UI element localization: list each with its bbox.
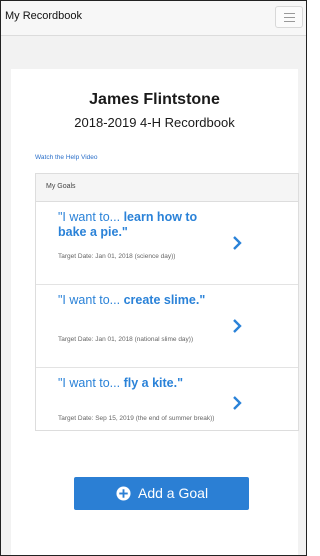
- goal-target-date: Target Date: Sep 15, 2019 (the end of su…: [58, 415, 215, 422]
- goal-lead: "I want to...: [58, 376, 124, 390]
- goal-target-date: Target Date: Jan 01, 2018 (science day)): [58, 253, 176, 260]
- hamburger-icon: [284, 13, 295, 14]
- goal-title: create slime.": [123, 293, 206, 307]
- goal-lead: "I want to...: [58, 293, 124, 307]
- goal-item[interactable]: "I want to... create slime." Target Date…: [36, 285, 298, 368]
- chevron-right-icon: [233, 396, 242, 410]
- user-name-heading: James Flintstone: [89, 91, 220, 108]
- help-video-link[interactable]: Watch the Help Video: [35, 154, 98, 161]
- goal-title: fly a kite.": [123, 376, 184, 390]
- goal-statement: "I want to... learn how to bake a pie.": [58, 210, 228, 240]
- hamburger-menu-button[interactable]: [275, 6, 303, 28]
- goal-statement: "I want to... create slime.": [58, 293, 228, 308]
- chevron-right-icon: [233, 236, 242, 250]
- goal-item[interactable]: "I want to... fly a kite." Target Date: …: [36, 368, 298, 430]
- app-frame: My Recordbook James Flintstone 2018-2019…: [0, 0, 307, 556]
- recordbook-title: 2018-2019 4-H Recordbook: [74, 115, 235, 130]
- goals-panel-header: My Goals: [36, 174, 298, 202]
- goals-panel: My Goals "I want to... learn how to bake…: [35, 173, 299, 431]
- top-navbar: My Recordbook: [1, 1, 306, 36]
- recordbook-card: James Flintstone 2018-2019 4-H Recordboo…: [11, 69, 299, 555]
- goal-statement: "I want to... fly a kite.": [58, 376, 228, 391]
- add-goal-label: Add a Goal: [138, 485, 209, 501]
- goal-lead: "I want to...: [58, 210, 124, 224]
- add-goal-button[interactable]: Add a Goal: [74, 477, 249, 510]
- plus-circle-icon: [116, 486, 131, 501]
- goal-item[interactable]: "I want to... learn how to bake a pie." …: [36, 202, 298, 285]
- chevron-right-icon: [233, 319, 242, 333]
- brand-title[interactable]: My Recordbook: [5, 10, 82, 22]
- goal-target-date: Target Date: Jan 01, 2018 (national slim…: [58, 336, 194, 343]
- goals-panel-title: My Goals: [46, 183, 76, 190]
